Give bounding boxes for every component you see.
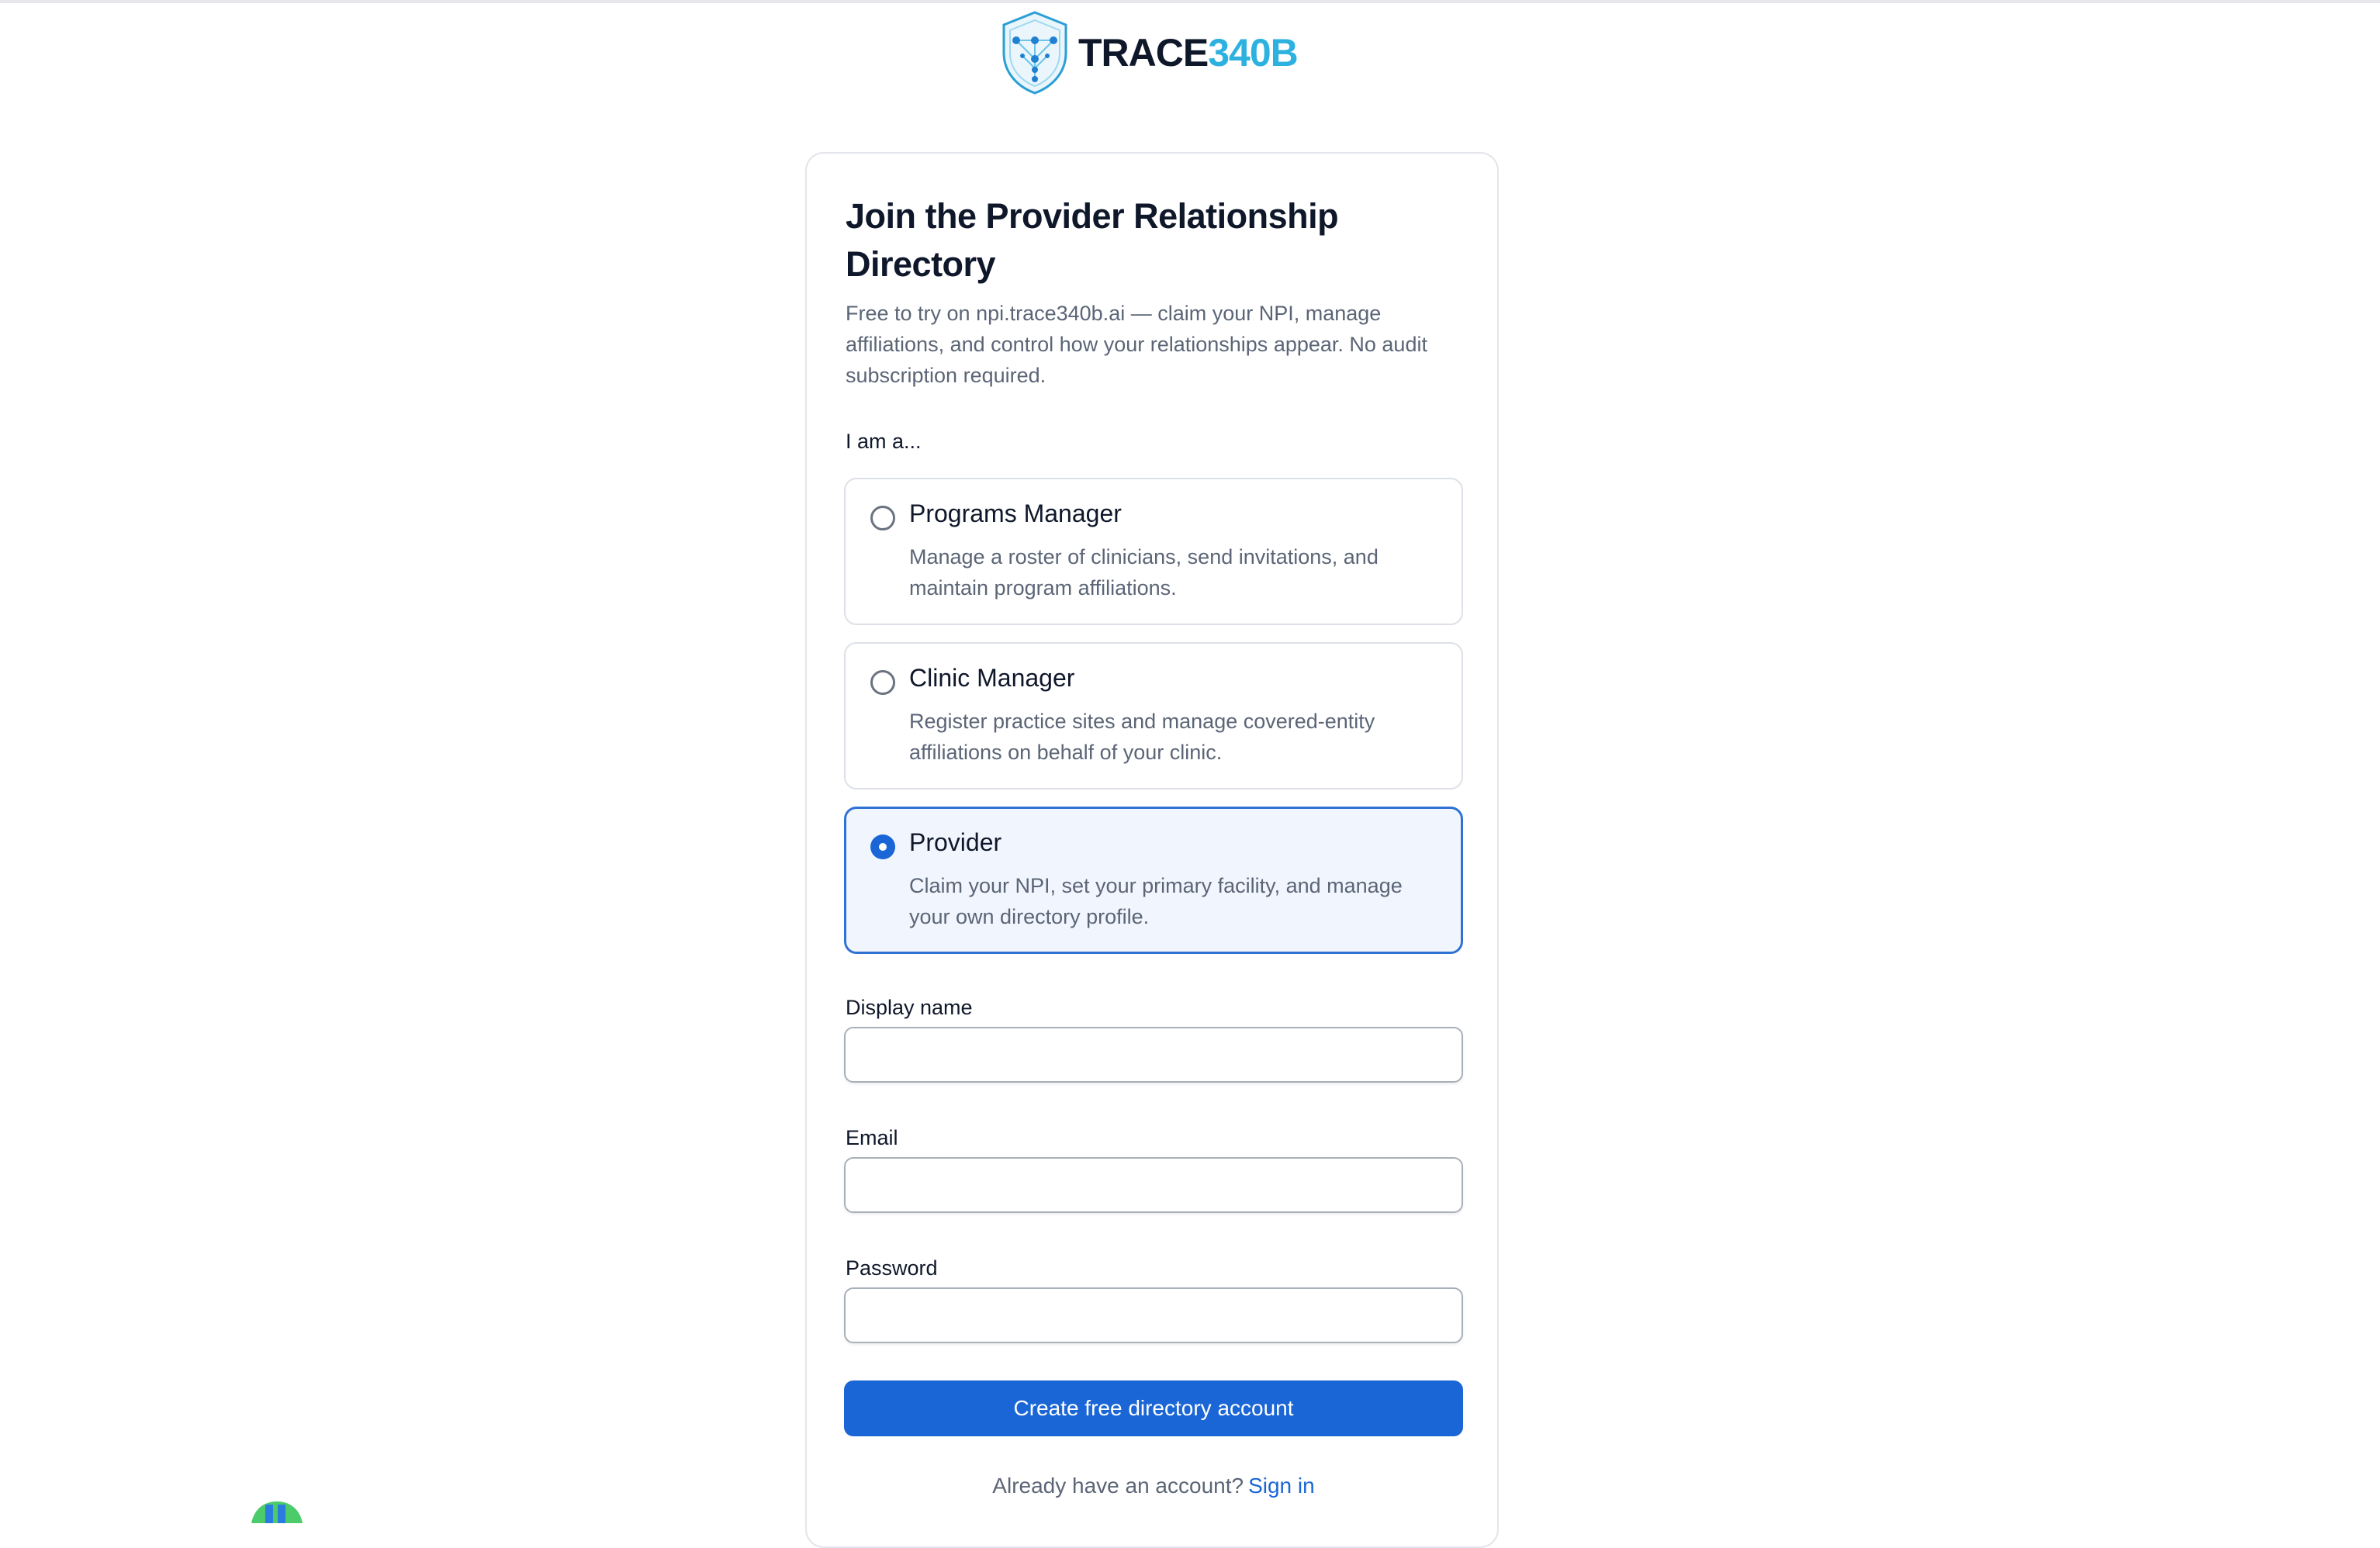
role-title: Clinic Manager bbox=[909, 664, 1075, 692]
page-title: Join the Provider Relationship Directory bbox=[846, 196, 1339, 284]
brand-name-part2: 340B bbox=[1208, 31, 1299, 74]
display-name-label: Display name bbox=[846, 996, 973, 1019]
role-option-programs-manager[interactable]: Programs Manager Manage a roster of clin… bbox=[844, 478, 1463, 625]
role-prompt: I am a... bbox=[846, 430, 922, 453]
brand-logo[interactable]: TRACE340B bbox=[999, 8, 1299, 98]
radio-unchecked-icon[interactable] bbox=[870, 506, 895, 530]
role-option-provider[interactable]: Provider Claim your NPI, set your primar… bbox=[844, 807, 1463, 954]
role-title: Programs Manager bbox=[909, 499, 1122, 527]
email-input[interactable] bbox=[844, 1157, 1463, 1213]
create-account-button[interactable]: Create free directory account bbox=[844, 1380, 1463, 1436]
brand-name-part1: TRACE bbox=[1078, 31, 1209, 74]
role-description: Claim your NPI, set your primary facilit… bbox=[909, 874, 1403, 928]
shield-network-icon bbox=[999, 9, 1071, 96]
signup-card: Join the Provider Relationship Directory… bbox=[805, 152, 1499, 1548]
display-name-input[interactable] bbox=[844, 1027, 1463, 1083]
role-description: Manage a roster of clinicians, send invi… bbox=[909, 545, 1379, 600]
signin-prompt: Already have an account? bbox=[992, 1474, 1244, 1498]
top-border bbox=[0, 0, 2380, 3]
signin-row: Already have an account? Sign in bbox=[844, 1474, 1463, 1498]
brand-name: TRACE340B bbox=[1078, 31, 1299, 74]
radio-unchecked-icon[interactable] bbox=[870, 670, 895, 695]
signin-link[interactable]: Sign in bbox=[1248, 1474, 1315, 1498]
password-input[interactable] bbox=[844, 1287, 1463, 1343]
role-option-clinic-manager[interactable]: Clinic Manager Register practice sites a… bbox=[844, 642, 1463, 790]
page-subtitle: Free to try on npi.trace340b.ai — claim … bbox=[846, 302, 1427, 387]
password-label: Password bbox=[846, 1256, 938, 1280]
role-title: Provider bbox=[909, 828, 1002, 856]
email-label: Email bbox=[846, 1126, 898, 1149]
radio-checked-icon[interactable] bbox=[870, 834, 895, 859]
floating-widget-icon[interactable] bbox=[248, 1500, 306, 1523]
role-description: Register practice sites and manage cover… bbox=[909, 710, 1375, 764]
